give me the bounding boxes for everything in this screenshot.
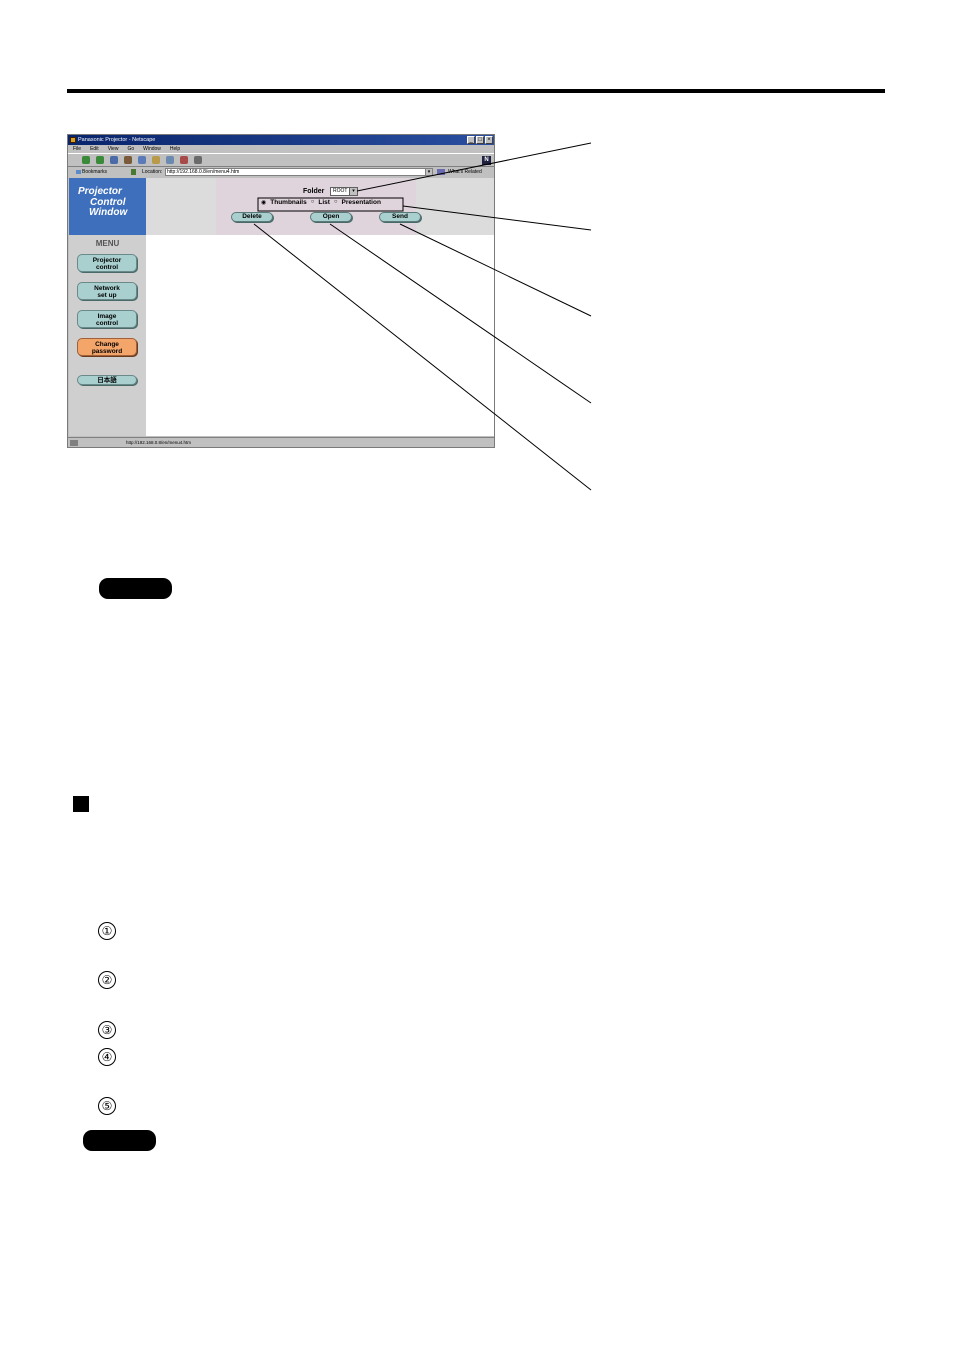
step-number-2: ②: [98, 971, 116, 989]
note-badge-1: [99, 578, 172, 599]
section-square-bullet: [73, 796, 89, 812]
view-options-outline: [257, 197, 404, 212]
callout-line-1: [356, 142, 592, 192]
step-number-5: ⑤: [98, 1097, 116, 1115]
callout-line-4: [329, 223, 592, 404]
step-number-4: ④: [98, 1048, 116, 1066]
callout-line-3: [399, 223, 592, 317]
callout-line-2: [402, 205, 592, 231]
note-badge-2: [83, 1130, 156, 1151]
step-number-1: ①: [98, 922, 116, 940]
step-number-3: ③: [98, 1021, 116, 1039]
callout-line-5: [253, 223, 592, 491]
